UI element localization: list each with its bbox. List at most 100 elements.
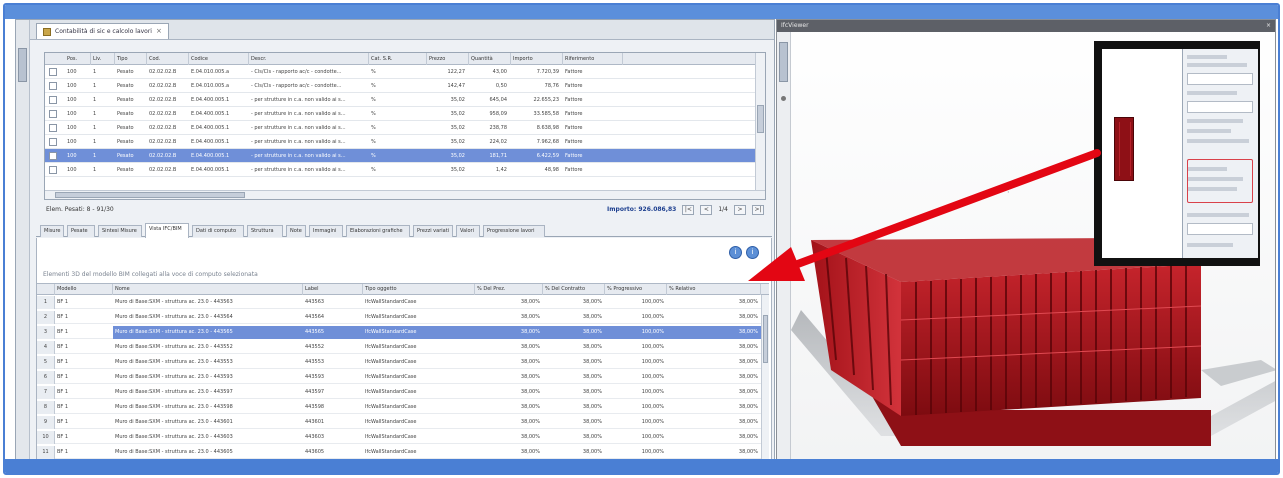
tab-11[interactable]: Progressione lavori [483,225,545,237]
tab-3[interactable]: Vista IFC/BIM [145,223,189,238]
table-row[interactable]: 7 BF 1 Muro di Base:SXM - struttura ac. 23… [37,386,769,399]
table-cell: 38,00% [738,419,758,425]
column-header[interactable]: Liv. [91,53,115,65]
scroll-thumb[interactable] [55,192,245,198]
column-header[interactable]: Quantità [469,53,511,65]
row-checkbox[interactable] [49,96,57,104]
table-cell: - per strutture in c.a. non valido ai s.… [251,167,346,173]
column-header[interactable]: Importo [511,53,563,65]
column-header[interactable]: Cod. [147,53,189,65]
column-header[interactable]: Tipo [115,53,147,65]
table-cell: Pesato [117,97,134,103]
table-cell: 181,71 [489,153,508,159]
info-button[interactable]: i [729,246,742,259]
table-cell: % [371,69,376,75]
table-row[interactable]: 100 1 Pesato 02.02.02.B E.04.010.005.a - Cls/… [45,65,765,79]
table-row[interactable]: 100 1 Pesato 02.02.02.B E.04.400.005.1 - per … [45,163,765,177]
table-cell: 38,00% [738,449,758,455]
row-checkbox[interactable] [49,82,57,90]
row-index: 2 [37,311,55,324]
scroll-thumb[interactable] [763,315,768,363]
table-row[interactable]: 2 BF 1 Muro di Base:SXM - struttura ac. 23… [37,311,769,324]
first-page-button[interactable]: |< [682,204,695,215]
column-header[interactable]: % Del Prez. [475,284,543,295]
tab-10[interactable]: Valori [456,225,480,237]
column-header[interactable] [37,284,55,295]
row-checkbox[interactable] [49,110,57,118]
vertical-scrollbar[interactable] [761,295,769,463]
table-row[interactable]: 100 1 Pesato 02.02.02.B E.04.400.005.1 - per … [45,93,765,107]
panel-line [1187,243,1233,247]
tab-4[interactable]: Dati di computo [192,225,244,237]
column-header[interactable]: Tipo oggetto [363,284,475,295]
column-header[interactable]: Nome [113,284,303,295]
document-tab[interactable]: Contabilità di sic e calcolo lavori × [36,23,169,39]
scroll-thumb[interactable] [757,105,764,133]
table-row[interactable]: 100 1 Pesato 02.02.02.B E.04.400.005.1 - per … [45,149,765,163]
tab-6[interactable]: Note [286,225,306,237]
column-header[interactable]: Cat. S.R. [369,53,427,65]
row-checkbox[interactable] [49,152,57,160]
last-page-button[interactable]: >| [752,204,764,215]
table-cell: % [371,111,376,117]
row-checkbox[interactable] [49,68,57,76]
table-row[interactable]: 11 BF 1 Muro di Base:SXM - struttura ac. 2… [37,446,769,459]
table-cell: 443565 [303,326,363,339]
column-header[interactable]: Descr. [249,53,369,65]
table-row[interactable]: 5 BF 1 Muro di Base:SXM - struttura ac. 23… [37,356,769,369]
table-cell: Fattore [565,167,583,173]
viewer-side-button[interactable] [779,42,788,82]
tab-0[interactable]: Misure [40,225,64,237]
table-row[interactable]: 100 1 Pesato 02.02.02.B E.04.010.005.a - Cls/… [45,79,765,93]
close-icon[interactable]: × [156,24,162,39]
panel-line [1187,119,1243,123]
tab-5[interactable]: Struttura [247,225,283,237]
next-page-button[interactable]: > [734,204,746,215]
side-toggle-button[interactable] [18,48,27,82]
table-row[interactable]: 1 BF 1 Muro di Base:SXM - struttura ac. 23… [37,296,769,309]
close-icon[interactable]: × [1266,20,1271,32]
tab-9[interactable]: Prezzi variati [413,225,453,237]
row-checkbox[interactable] [49,166,57,174]
table-cell: 02.02.02.B [149,97,177,103]
vertical-scrollbar[interactable] [755,53,765,199]
row-checkbox[interactable] [49,138,57,146]
column-header[interactable]: % Relativo [667,284,761,295]
table-row[interactable]: 100 1 Pesato 02.02.02.B E.04.400.005.1 - per … [45,121,765,135]
table-cell: E.04.400.005.1 [191,153,230,159]
tab-1[interactable]: Pesate [67,225,95,237]
horizontal-scrollbar[interactable] [45,190,765,199]
table-cell: 02.02.02.B [149,153,177,159]
table-row[interactable]: 100 1 Pesato 02.02.02.B E.04.400.005.1 - per … [45,107,765,121]
table-cell: IfcWallStandardCase [363,326,475,339]
column-header[interactable]: % Del Contratto [543,284,605,295]
tab-7[interactable]: Immagini [309,225,343,237]
info-button[interactable]: i [746,246,759,259]
column-header[interactable]: Riferimento [563,53,623,65]
table-row[interactable]: 10 BF 1 Muro di Base:SXM - struttura ac. 2… [37,431,769,444]
column-header[interactable]: Codice [189,53,249,65]
tab-2[interactable]: Sintesi Misure [98,225,142,237]
table-row[interactable]: 6 BF 1 Muro di Base:SXM - struttura ac. 23… [37,371,769,384]
previous-page-button[interactable]: < [700,204,713,215]
table-cell: 38,00% [738,404,758,410]
document-tab-label: Contabilità di sic e calcolo lavori [55,28,152,35]
column-header[interactable]: Prezzo [427,53,469,65]
table-row[interactable]: 4 BF 1 Muro di Base:SXM - struttura ac. 23… [37,341,769,354]
column-header[interactable]: % Progressivo [605,284,667,295]
table-row[interactable]: 100 1 Pesato 02.02.02.B E.04.400.005.1 - per … [45,135,765,149]
row-checkbox[interactable] [49,124,57,132]
measurements-grid: Pos. Liv. Tipo Cod. Codice Descr. Cat. S.R. Pre… [44,52,766,200]
table-cell: 1 [93,69,97,75]
table-cell: BF 1 [57,329,69,335]
table-row[interactable]: 8 BF 1 Muro di Base:SXM - struttura ac. 23… [37,401,769,414]
column-header[interactable]: Pos. [65,53,91,65]
table-cell: E.04.400.005.1 [191,167,230,173]
table-cell: BF 1 [57,344,69,350]
tab-8[interactable]: Elaborazioni grafiche [346,225,410,237]
column-header[interactable]: Label [303,284,363,295]
table-cell: 142,47 [447,83,466,89]
column-header[interactable]: Modello [55,284,113,295]
table-row[interactable]: 9 BF 1 Muro di Base:SXM - struttura ac. 23… [37,416,769,429]
table-row[interactable]: 3 BF 1 Muro di Base:SXM - struttura ac. 23… [37,326,769,339]
